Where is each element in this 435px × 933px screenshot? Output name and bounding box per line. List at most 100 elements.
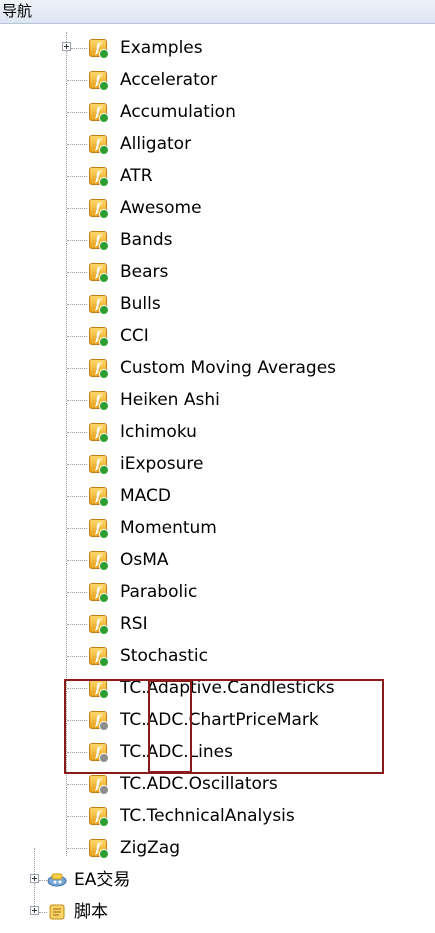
- tree-node-label: TC.Adaptive.Candlesticks: [120, 678, 335, 698]
- indicator-icon: f: [89, 455, 109, 475]
- indicator-icon: f: [89, 295, 109, 315]
- tree-node-label: OsMA: [120, 550, 169, 570]
- tree-node-indicator[interactable]: f Momentum: [0, 512, 435, 544]
- indicator-icon: f: [89, 743, 109, 763]
- robot-icon: [47, 873, 67, 887]
- tree-node-indicator[interactable]: f CCI: [0, 320, 435, 352]
- tree-node-indicator[interactable]: f Awesome: [0, 192, 435, 224]
- tree-node-label: CCI: [120, 326, 149, 346]
- tree-node-indicator[interactable]: f TC.ADC.ChartPriceMark: [0, 704, 435, 736]
- tree-node-indicator[interactable]: f TC.ADC.Lines: [0, 736, 435, 768]
- tree-branch-line: [67, 432, 87, 433]
- tree-node-label: TC.ADC.Lines: [120, 742, 233, 762]
- tree-branch-line: [67, 688, 87, 689]
- tree-node-indicator[interactable]: f Stochastic: [0, 640, 435, 672]
- indicator-icon: f: [89, 519, 109, 539]
- tree-node-label: Parabolic: [120, 582, 198, 602]
- indicator-icon: f: [89, 583, 109, 603]
- indicator-icon: f: [89, 39, 109, 59]
- tree-branch-line: [67, 816, 87, 817]
- tree-node-label: Accumulation: [120, 102, 236, 122]
- tree-node-indicator[interactable]: f TC.Adaptive.Candlesticks: [0, 672, 435, 704]
- tree-branch-line: [67, 208, 87, 209]
- indicator-icon: f: [89, 615, 109, 635]
- expand-icon[interactable]: [30, 874, 39, 883]
- tree-node-indicator[interactable]: f OsMA: [0, 544, 435, 576]
- tree-node-indicator[interactable]: f TC.ADC.Oscillators: [0, 768, 435, 800]
- tree-branch-line: [67, 400, 87, 401]
- indicator-icon: f: [89, 135, 109, 155]
- navigator-title: 导航: [2, 2, 33, 20]
- navigator-header: 导航: [0, 0, 435, 24]
- tree-node-label: TC.ADC.ChartPriceMark: [120, 710, 319, 730]
- navigator-tree[interactable]: f Examples f Accelerator f Accumulation f All…: [0, 24, 435, 933]
- tree-branch-line: [67, 784, 87, 785]
- tree-node-label: Awesome: [120, 198, 202, 218]
- indicator-icon: f: [89, 487, 109, 507]
- tree-node-label: Bands: [120, 230, 173, 250]
- tree-node-indicator[interactable]: f Accumulation: [0, 96, 435, 128]
- tree-node-indicator[interactable]: f Ichimoku: [0, 416, 435, 448]
- tree-branch-line: [67, 80, 87, 81]
- tree-branch-line: [67, 624, 87, 625]
- tree-node-indicator[interactable]: f iExposure: [0, 448, 435, 480]
- tree-node-label: Bears: [120, 262, 169, 282]
- tree-node-label: Custom Moving Averages: [120, 358, 337, 378]
- indicator-icon: f: [89, 231, 109, 251]
- tree-node-indicator[interactable]: f MACD: [0, 480, 435, 512]
- tree-branch-line: [67, 336, 87, 337]
- tree-node-indicator[interactable]: f TC.TechnicalAnalysis: [0, 800, 435, 832]
- tree-branch-line: [67, 752, 87, 753]
- tree-branch-line: [67, 176, 87, 177]
- tree-node-indicator[interactable]: f Accelerator: [0, 64, 435, 96]
- indicator-icon: f: [89, 391, 109, 411]
- expand-icon[interactable]: [30, 906, 39, 915]
- tree-branch-line: [67, 464, 87, 465]
- indicator-icon: f: [89, 359, 109, 379]
- tree-branch-line: [67, 848, 87, 849]
- tree-node-label: 脚本: [74, 902, 108, 922]
- tree-node-label: MACD: [120, 486, 171, 506]
- indicator-icon: f: [89, 711, 109, 731]
- tree-node-label: Momentum: [120, 518, 217, 538]
- tree-node-label: ZigZag: [120, 838, 181, 858]
- tree-branch-line: [67, 720, 87, 721]
- tree-node-indicator[interactable]: f Heiken Ashi: [0, 384, 435, 416]
- tree-node-label: iExposure: [120, 454, 204, 474]
- tree-node-label: Bulls: [120, 294, 161, 314]
- tree-node-ea[interactable]: EA交易: [0, 864, 435, 896]
- tree-branch-line: [67, 272, 87, 273]
- indicator-icon: f: [89, 199, 109, 219]
- indicator-icon: f: [89, 679, 109, 699]
- tree-node-indicator[interactable]: f ZigZag: [0, 832, 435, 864]
- tree-branch-line: [67, 560, 87, 561]
- tree-node-indicator[interactable]: f Alligator: [0, 128, 435, 160]
- indicator-icon: f: [89, 775, 109, 795]
- tree-branch-line: [67, 304, 87, 305]
- tree-node-label: TC.TechnicalAnalysis: [120, 806, 295, 826]
- indicator-icon: f: [89, 263, 109, 283]
- tree-branch-line: [67, 240, 87, 241]
- indicator-icon: f: [89, 327, 109, 347]
- tree-branch-line: [67, 368, 87, 369]
- tree-node-indicator[interactable]: f Bands: [0, 224, 435, 256]
- tree-branch-line: [67, 496, 87, 497]
- indicator-icon: f: [89, 551, 109, 571]
- tree-node-indicator[interactable]: f ATR: [0, 160, 435, 192]
- tree-node-label: Examples: [120, 38, 203, 58]
- tree-node-examples[interactable]: f Examples: [0, 32, 435, 64]
- indicator-icon: f: [89, 807, 109, 827]
- tree-node-scripts[interactable]: 脚本: [0, 896, 435, 928]
- tree-node-indicator[interactable]: f RSI: [0, 608, 435, 640]
- indicator-icon: f: [89, 103, 109, 123]
- tree-node-label: Accelerator: [120, 70, 218, 90]
- indicator-icon: f: [89, 839, 109, 859]
- tree-branch-line: [67, 592, 87, 593]
- tree-node-indicator[interactable]: f Bears: [0, 256, 435, 288]
- tree-node-indicator[interactable]: f Bulls: [0, 288, 435, 320]
- indicator-icon: f: [89, 167, 109, 187]
- tree-node-indicator[interactable]: f Parabolic: [0, 576, 435, 608]
- tree-node-indicator[interactable]: f Custom Moving Averages: [0, 352, 435, 384]
- expand-icon[interactable]: [62, 42, 71, 51]
- tree-node-label: Stochastic: [120, 646, 208, 666]
